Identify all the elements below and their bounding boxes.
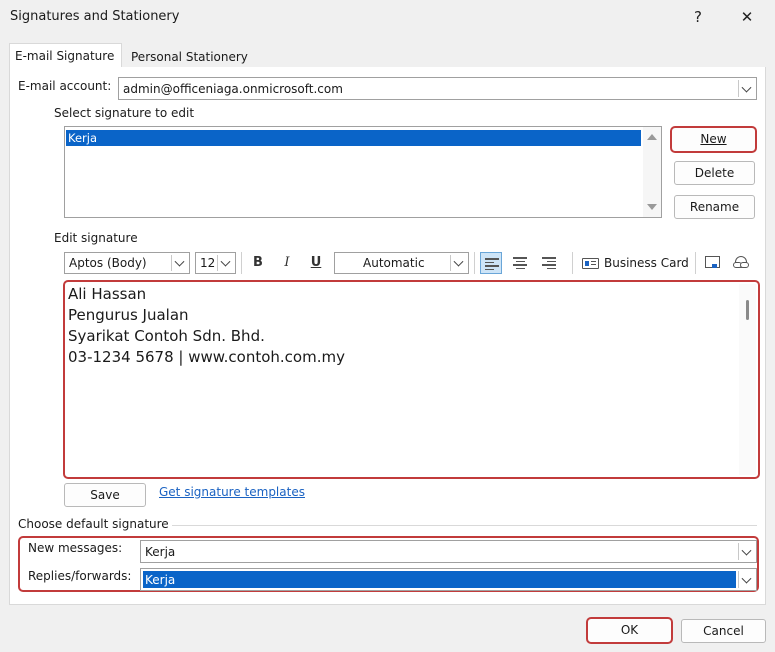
email-account-dropdown[interactable]: admin@officeniaga.onmicrosoft.com [118, 77, 757, 100]
chevron-down-icon [171, 255, 187, 271]
signature-line: Ali Hassan [68, 285, 147, 303]
editor-scroll-thumb[interactable] [746, 300, 749, 320]
bold-button[interactable]: B [247, 252, 269, 274]
ok-button-label: OK [620, 623, 639, 637]
signature-list-scrollbar[interactable] [643, 127, 661, 217]
new-messages-label: New messages: [28, 541, 123, 555]
replies-forwards-label: Replies/forwards: [28, 569, 132, 583]
tab-email-signature-label: E-mail Signature [15, 49, 115, 63]
help-button[interactable]: ? [680, 4, 716, 30]
signature-line: Syarikat Contoh Sdn. Bhd. [68, 327, 265, 345]
signature-line: Pengurus Jualan [68, 306, 189, 324]
edit-signature-label: Edit signature [54, 231, 138, 245]
font-size-value: 12 [200, 256, 216, 270]
font-size-dropdown[interactable]: 12 [195, 252, 236, 274]
insert-picture-button[interactable] [702, 252, 724, 274]
save-button-label: Save [90, 488, 120, 502]
signature-editor[interactable]: Ali Hassan Pengurus Jualan Syarikat Cont… [63, 280, 760, 479]
delete-button-label: Delete [694, 166, 735, 180]
chevron-down-icon [450, 255, 466, 271]
font-color-value: Automatic [363, 256, 425, 270]
replies-forwards-dropdown[interactable]: Kerja [140, 568, 757, 591]
business-card-button[interactable]: Business Card [580, 252, 690, 274]
signature-content[interactable]: Ali Hassan Pengurus Jualan Syarikat Cont… [68, 284, 728, 368]
close-button[interactable]: ✕ [729, 4, 765, 30]
email-account-label: E-mail account: [18, 79, 112, 93]
signature-list-item[interactable]: Kerja [66, 130, 641, 146]
chevron-down-icon [738, 80, 754, 97]
chevron-down-icon [738, 571, 754, 588]
default-signature-group: New messages: Kerja Replies/forwards: Ke… [18, 536, 759, 592]
rename-button-label: Rename [689, 200, 740, 214]
cancel-button[interactable]: Cancel [681, 619, 766, 643]
save-button[interactable]: Save [64, 483, 146, 507]
picture-icon [705, 256, 720, 268]
new-button[interactable]: New [670, 126, 757, 153]
cancel-button-label: Cancel [703, 624, 744, 638]
chevron-down-icon [738, 543, 754, 560]
toolbar-separator [474, 252, 475, 274]
align-left-button[interactable] [480, 252, 502, 274]
tab-email-signature[interactable]: E-mail Signature [9, 43, 122, 67]
signature-list[interactable]: Kerja [64, 126, 662, 218]
window-title: Signatures and Stationery [10, 9, 180, 24]
toolbar-separator [572, 252, 573, 274]
select-signature-label: Select signature to edit [54, 106, 195, 120]
replies-forwards-selection [143, 571, 736, 588]
chevron-down-icon [217, 255, 233, 271]
signature-line: 03-1234 5678 | www.contoh.com.my [68, 348, 345, 366]
insert-hyperlink-button[interactable] [731, 252, 753, 274]
editor-scrollbar[interactable] [739, 284, 756, 475]
default-signature-label: Choose default signature [18, 517, 169, 531]
align-center-icon [513, 257, 527, 269]
replies-forwards-value: Kerja [145, 572, 176, 587]
toolbar-separator [241, 252, 242, 274]
rename-button[interactable]: Rename [674, 195, 755, 219]
ok-button[interactable]: OK [586, 617, 673, 644]
underline-button[interactable]: U [305, 252, 327, 274]
scroll-up-icon[interactable] [647, 134, 657, 140]
tab-personal-stationery[interactable]: Personal Stationery [126, 45, 254, 69]
font-value: Aptos (Body) [69, 256, 147, 270]
hyperlink-icon [733, 256, 749, 270]
new-messages-value: Kerja [145, 544, 176, 559]
new-messages-dropdown[interactable]: Kerja [140, 540, 757, 563]
align-right-icon [542, 257, 556, 269]
new-button-label: New [700, 132, 727, 146]
tab-personal-stationery-label: Personal Stationery [131, 50, 248, 64]
italic-button[interactable]: I [276, 252, 298, 274]
font-dropdown[interactable]: Aptos (Body) [64, 252, 190, 274]
scroll-down-icon[interactable] [647, 204, 657, 210]
business-card-label: Business Card [604, 256, 689, 270]
align-center-button[interactable] [509, 252, 531, 274]
business-card-icon [582, 258, 599, 269]
delete-button[interactable]: Delete [674, 161, 755, 185]
active-tab-joiner [10, 66, 121, 69]
align-left-icon [485, 258, 499, 270]
get-signature-templates-link[interactable]: Get signature templates [159, 485, 305, 499]
toolbar-separator [695, 252, 696, 274]
email-account-value: admin@officeniaga.onmicrosoft.com [123, 81, 343, 96]
group-divider [172, 525, 757, 526]
align-right-button[interactable] [538, 252, 560, 274]
font-color-dropdown[interactable]: Automatic [334, 252, 469, 274]
close-icon: ✕ [740, 8, 754, 26]
